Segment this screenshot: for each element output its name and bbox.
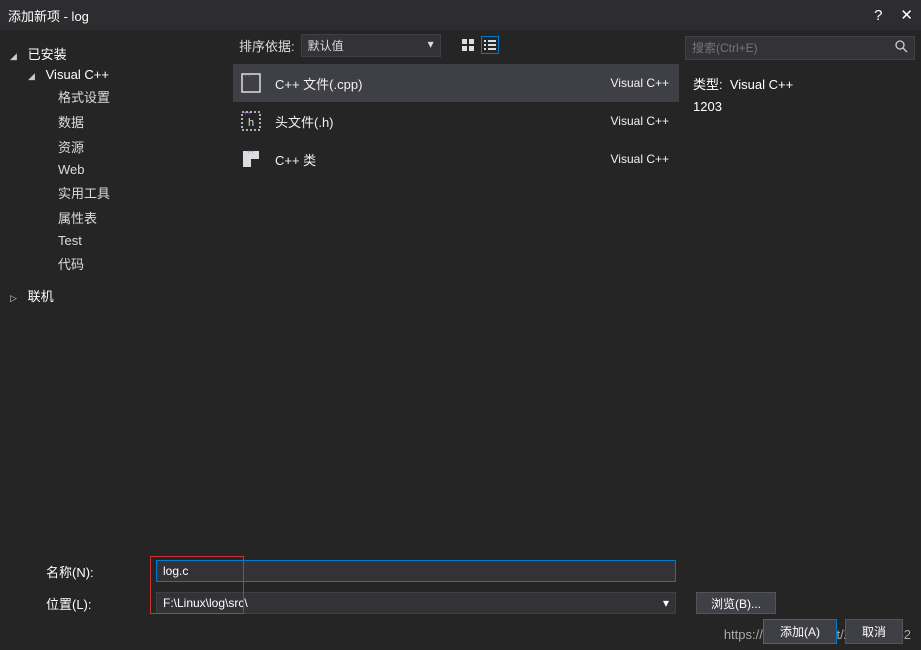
sort-bar: 排序依据: 默认值 ▾ <box>225 30 685 60</box>
tree-node-visual-cpp[interactable]: Visual C++ 格式设置数据资源Web实用工具属性表Test代码 <box>28 65 215 276</box>
sidebar-item[interactable]: Web <box>42 159 215 180</box>
desc-extra: 1203 <box>693 99 913 114</box>
chevron-down-icon[interactable] <box>10 47 20 62</box>
sidebar-item[interactable]: 数据 <box>42 109 215 134</box>
chevron-down-icon[interactable] <box>28 67 38 82</box>
template-item[interactable]: h++ 头文件(.h) Visual C++ <box>233 102 679 140</box>
sidebar-item[interactable]: 代码 <box>42 251 215 276</box>
window-title: 添加新项 - log <box>8 6 874 25</box>
help-button[interactable]: ? <box>874 7 882 24</box>
desc-type-value: Visual C++ <box>730 77 793 92</box>
search-input[interactable] <box>692 41 895 55</box>
location-label: 位置(L): <box>46 594 146 613</box>
h-file-icon: h++ <box>239 109 263 133</box>
chevron-right-icon[interactable] <box>10 289 20 304</box>
cpp-file-icon: ++ <box>239 71 263 95</box>
name-label: 名称(N): <box>46 562 146 581</box>
template-item[interactable]: ++ C++ 类 Visual C++ <box>233 140 679 178</box>
tree-label-online: 联机 <box>24 284 58 307</box>
chevron-down-icon: ▾ <box>428 37 434 54</box>
template-name: 头文件(.h) <box>275 112 599 131</box>
template-lang: Visual C++ <box>611 152 669 166</box>
sort-label: 排序依据: <box>239 36 295 55</box>
sidebar-item[interactable]: 资源 <box>42 134 215 159</box>
desc-type-label: 类型: <box>693 77 723 92</box>
title-bar: 添加新项 - log ? ✕ <box>0 0 921 30</box>
tree-node-online[interactable]: 联机 <box>10 284 215 307</box>
template-name: C++ 文件(.cpp) <box>275 74 599 93</box>
tree-label-visual-cpp: Visual C++ <box>42 65 113 84</box>
template-lang: Visual C++ <box>611 114 669 128</box>
sidebar-item[interactable]: Test <box>42 230 215 251</box>
list-icon <box>484 39 496 51</box>
template-lang: Visual C++ <box>611 76 669 90</box>
grid-icon <box>462 39 474 51</box>
name-input[interactable] <box>156 560 676 582</box>
sidebar-item[interactable]: 实用工具 <box>42 180 215 205</box>
sort-combo[interactable]: 默认值 ▾ <box>301 34 441 57</box>
location-combo[interactable]: F:\Linux\log\src\ ▾ <box>156 592 676 614</box>
view-list-button[interactable] <box>481 36 499 54</box>
svg-text:++: ++ <box>247 150 255 156</box>
tree-node-installed[interactable]: 已安装 Visual C++ 格式设置数据资源Web实用工具属性表Test代码 <box>10 42 215 276</box>
sidebar-item[interactable]: 格式设置 <box>42 84 215 109</box>
template-item[interactable]: ++ C++ 文件(.cpp) Visual C++ <box>233 64 679 102</box>
sidebar-item[interactable]: 属性表 <box>42 205 215 230</box>
add-button[interactable]: 添加(A) <box>763 619 837 644</box>
search-box[interactable] <box>685 36 915 60</box>
template-name: C++ 类 <box>275 150 599 169</box>
sort-value: 默认值 <box>308 37 344 54</box>
search-icon <box>895 40 908 56</box>
description-panel: 类型: Visual C++ 1203 <box>685 66 921 128</box>
close-button[interactable]: ✕ <box>900 6 913 24</box>
cancel-button[interactable]: 取消 <box>845 619 903 644</box>
template-list: ++C++ 文件(.cpp)Visual C++h++头文件(.h)Visual… <box>225 60 685 178</box>
svg-text:++: ++ <box>244 73 252 79</box>
view-large-icons-button[interactable] <box>459 36 477 54</box>
svg-text:++: ++ <box>244 111 252 117</box>
tree-label-installed: 已安装 <box>24 42 71 65</box>
chevron-down-icon: ▾ <box>663 596 669 610</box>
class-file-icon: ++ <box>239 147 263 171</box>
svg-text:h: h <box>248 117 254 129</box>
sidebar: 已安装 Visual C++ 格式设置数据资源Web实用工具属性表Test代码 … <box>0 30 225 550</box>
browse-button[interactable]: 浏览(B)... <box>696 592 776 614</box>
location-value: F:\Linux\log\src\ <box>163 596 248 610</box>
